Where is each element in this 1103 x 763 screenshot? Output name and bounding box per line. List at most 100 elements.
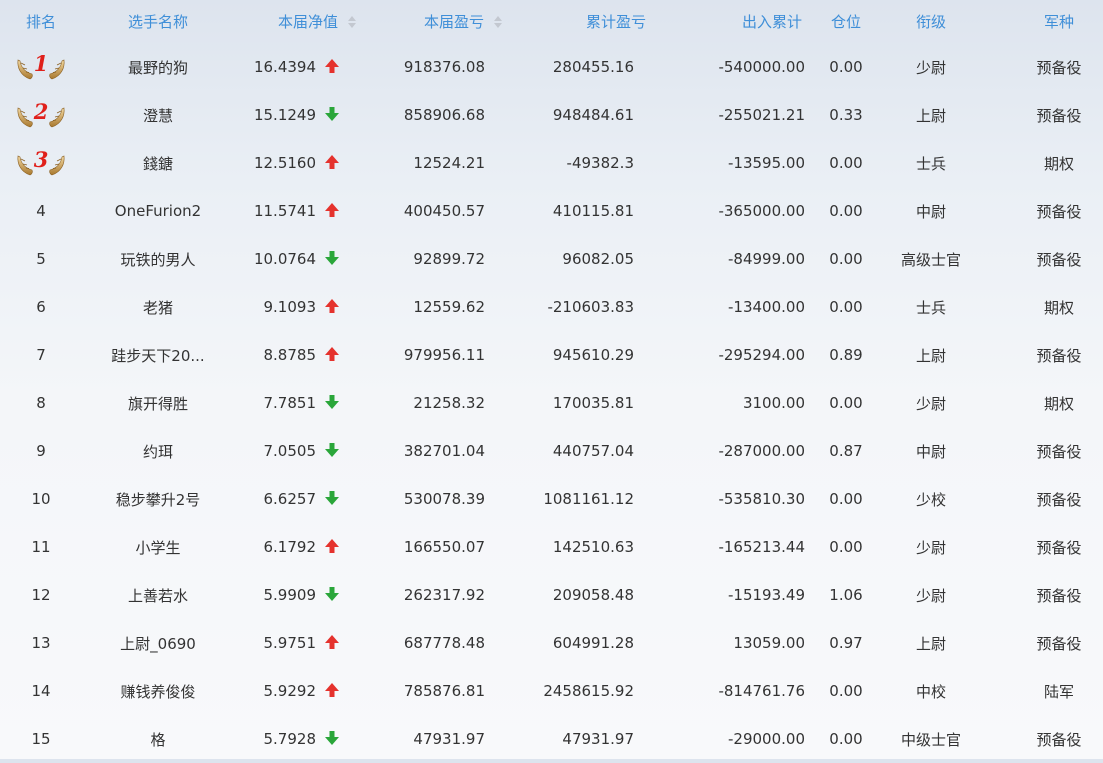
rank-cell: 13 — [31, 634, 51, 652]
col-net-value-header[interactable]: 本届净值 — [234, 0, 372, 43]
medal-rank-number: 2 — [33, 99, 49, 124]
player-name[interactable]: OneFurion2 — [82, 187, 234, 235]
position-cell: 0.00 — [829, 202, 863, 220]
profit-cell: 47931.97 — [413, 730, 485, 748]
arrow-down-icon — [324, 730, 340, 746]
net-value-cell: 10.0764 — [234, 235, 372, 283]
branch-cell: 预备役 — [1036, 586, 1082, 605]
player-name[interactable]: 錢鎕 — [82, 139, 234, 187]
table-row[interactable]: 11 小学生 6.1792 166550.07 142510.63 -16521… — [0, 523, 1103, 571]
player-name[interactable]: 稳步攀升2号 — [82, 475, 234, 523]
inout-cell: -535810.30 — [718, 490, 805, 508]
player-name[interactable]: 约珥 — [82, 427, 234, 475]
player-name[interactable]: 老猪 — [82, 283, 234, 331]
table-row[interactable]: 2 澄慧 15.1249 858906.68 948484.61 -255021… — [0, 91, 1103, 139]
position-cell: 0.00 — [829, 682, 863, 700]
col-grade-header[interactable]: 衔级 — [875, 0, 987, 43]
branch-cell: 期权 — [1043, 394, 1074, 413]
col-inout-header[interactable]: 出入累计 — [670, 0, 817, 43]
position-cell: 0.00 — [829, 250, 863, 268]
col-profit-header[interactable]: 本届盈亏 — [372, 0, 522, 43]
total-profit-cell: 96082.05 — [562, 250, 634, 268]
inout-cell: -29000.00 — [728, 730, 805, 748]
inout-cell: -84999.00 — [728, 250, 805, 268]
player-name[interactable]: 玩铁的男人 — [82, 235, 234, 283]
position-cell: 0.00 — [829, 538, 863, 556]
sort-caret-icon[interactable] — [494, 15, 502, 28]
table-row[interactable]: 4 OneFurion2 11.5741 400450.57 410115.81… — [0, 187, 1103, 235]
profit-cell: 382701.04 — [403, 442, 485, 460]
arrow-up-icon — [324, 682, 340, 698]
table-row[interactable]: 1 最野的狗 16.4394 918376.08 280455.16 -5400… — [0, 43, 1103, 91]
rank-cell: 2 — [0, 91, 82, 139]
player-name[interactable]: 上尉_0690 — [82, 619, 234, 667]
table-row[interactable]: 15 格 5.7928 47931.97 47931.97 -29000.00 … — [0, 715, 1103, 763]
player-name[interactable]: 最野的狗 — [82, 43, 234, 91]
sort-caret-icon[interactable] — [348, 15, 356, 28]
table-row[interactable]: 5 玩铁的男人 10.0764 92899.72 96082.05 -84999… — [0, 235, 1103, 283]
table-row[interactable]: 14 赚钱养俊俊 5.9292 785876.81 2458615.92 -81… — [0, 667, 1103, 715]
total-profit-cell: 47931.97 — [562, 730, 634, 748]
rank-cell: 5 — [36, 250, 46, 268]
player-name[interactable]: 格 — [82, 715, 234, 763]
col-total-profit-header[interactable]: 累计盈亏 — [522, 0, 670, 43]
net-value-cell: 7.0505 — [234, 427, 372, 475]
net-value: 9.1093 — [263, 298, 317, 316]
total-profit-cell: 2458615.92 — [543, 682, 634, 700]
position-cell: 0.00 — [829, 298, 863, 316]
table-row[interactable]: 3 錢鎕 12.5160 12524.21 -49382.3 -13595.00… — [0, 139, 1103, 187]
profit-cell: 687778.48 — [403, 634, 485, 652]
branch-cell: 预备役 — [1036, 634, 1082, 653]
total-profit-cell: 440757.04 — [552, 442, 634, 460]
total-profit-cell: 142510.63 — [552, 538, 634, 556]
player-name[interactable]: 旗开得胜 — [82, 379, 234, 427]
table-row[interactable]: 8 旗开得胜 7.7851 21258.32 170035.81 3100.00… — [0, 379, 1103, 427]
player-name[interactable]: 跬步天下20... — [82, 331, 234, 379]
table-row[interactable]: 12 上善若水 5.9909 262317.92 209058.48 -1519… — [0, 571, 1103, 619]
net-value: 6.1792 — [263, 538, 317, 556]
arrow-down-icon — [324, 250, 340, 266]
grade-cell: 中校 — [915, 682, 946, 701]
player-name[interactable]: 澄慧 — [82, 91, 234, 139]
arrow-down-icon — [324, 490, 340, 506]
rank-cell: 14 — [31, 682, 51, 700]
position-cell: 0.89 — [829, 346, 863, 364]
table-row[interactable]: 10 稳步攀升2号 6.6257 530078.39 1081161.12 -5… — [0, 475, 1103, 523]
inout-cell: -255021.21 — [718, 106, 805, 124]
profit-cell: 400450.57 — [403, 202, 485, 220]
laurel-wings-icon: 2 — [15, 99, 67, 128]
player-name[interactable]: 赚钱养俊俊 — [82, 667, 234, 715]
profit-cell: 530078.39 — [403, 490, 485, 508]
rank-cell: 8 — [36, 394, 46, 412]
col-branch-header[interactable]: 军种 — [987, 0, 1103, 43]
medal-rank-number: 1 — [33, 51, 49, 76]
table-row[interactable]: 7 跬步天下20... 8.8785 979956.11 945610.29 -… — [0, 331, 1103, 379]
total-profit-cell: 1081161.12 — [543, 490, 634, 508]
header-row: 排名 选手名称 本届净值 本届盈亏 累计盈亏 出入累计 仓位 衔级 军种 — [0, 0, 1103, 43]
net-value: 7.7851 — [263, 394, 317, 412]
inout-cell: -814761.76 — [718, 682, 805, 700]
arrow-up-icon — [324, 346, 340, 362]
col-rank-header[interactable]: 排名 — [0, 0, 82, 43]
arrow-down-icon — [324, 442, 340, 458]
table-body: 1 最野的狗 16.4394 918376.08 280455.16 -5400… — [0, 43, 1103, 763]
rank-cell: 3 — [0, 139, 82, 187]
laurel-wings-icon: 1 — [15, 51, 67, 80]
rank-cell: 4 — [36, 202, 46, 220]
net-value: 5.9909 — [263, 586, 317, 604]
position-cell: 0.00 — [829, 490, 863, 508]
table-row[interactable]: 9 约珥 7.0505 382701.04 440757.04 -287000.… — [0, 427, 1103, 475]
table-row[interactable]: 13 上尉_0690 5.9751 687778.48 604991.28 13… — [0, 619, 1103, 667]
profit-cell: 12559.62 — [413, 298, 485, 316]
position-cell: 1.06 — [829, 586, 863, 604]
inout-cell: 3100.00 — [742, 394, 805, 412]
grade-cell: 士兵 — [915, 154, 946, 173]
inout-cell: -165213.44 — [718, 538, 805, 556]
table-row[interactable]: 6 老猪 9.1093 12559.62 -210603.83 -13400.0… — [0, 283, 1103, 331]
player-name[interactable]: 上善若水 — [82, 571, 234, 619]
total-profit-cell: 280455.16 — [552, 58, 634, 76]
player-name[interactable]: 小学生 — [82, 523, 234, 571]
col-name-header[interactable]: 选手名称 — [82, 0, 234, 43]
arrow-up-icon — [324, 538, 340, 554]
col-position-header[interactable]: 仓位 — [817, 0, 875, 43]
